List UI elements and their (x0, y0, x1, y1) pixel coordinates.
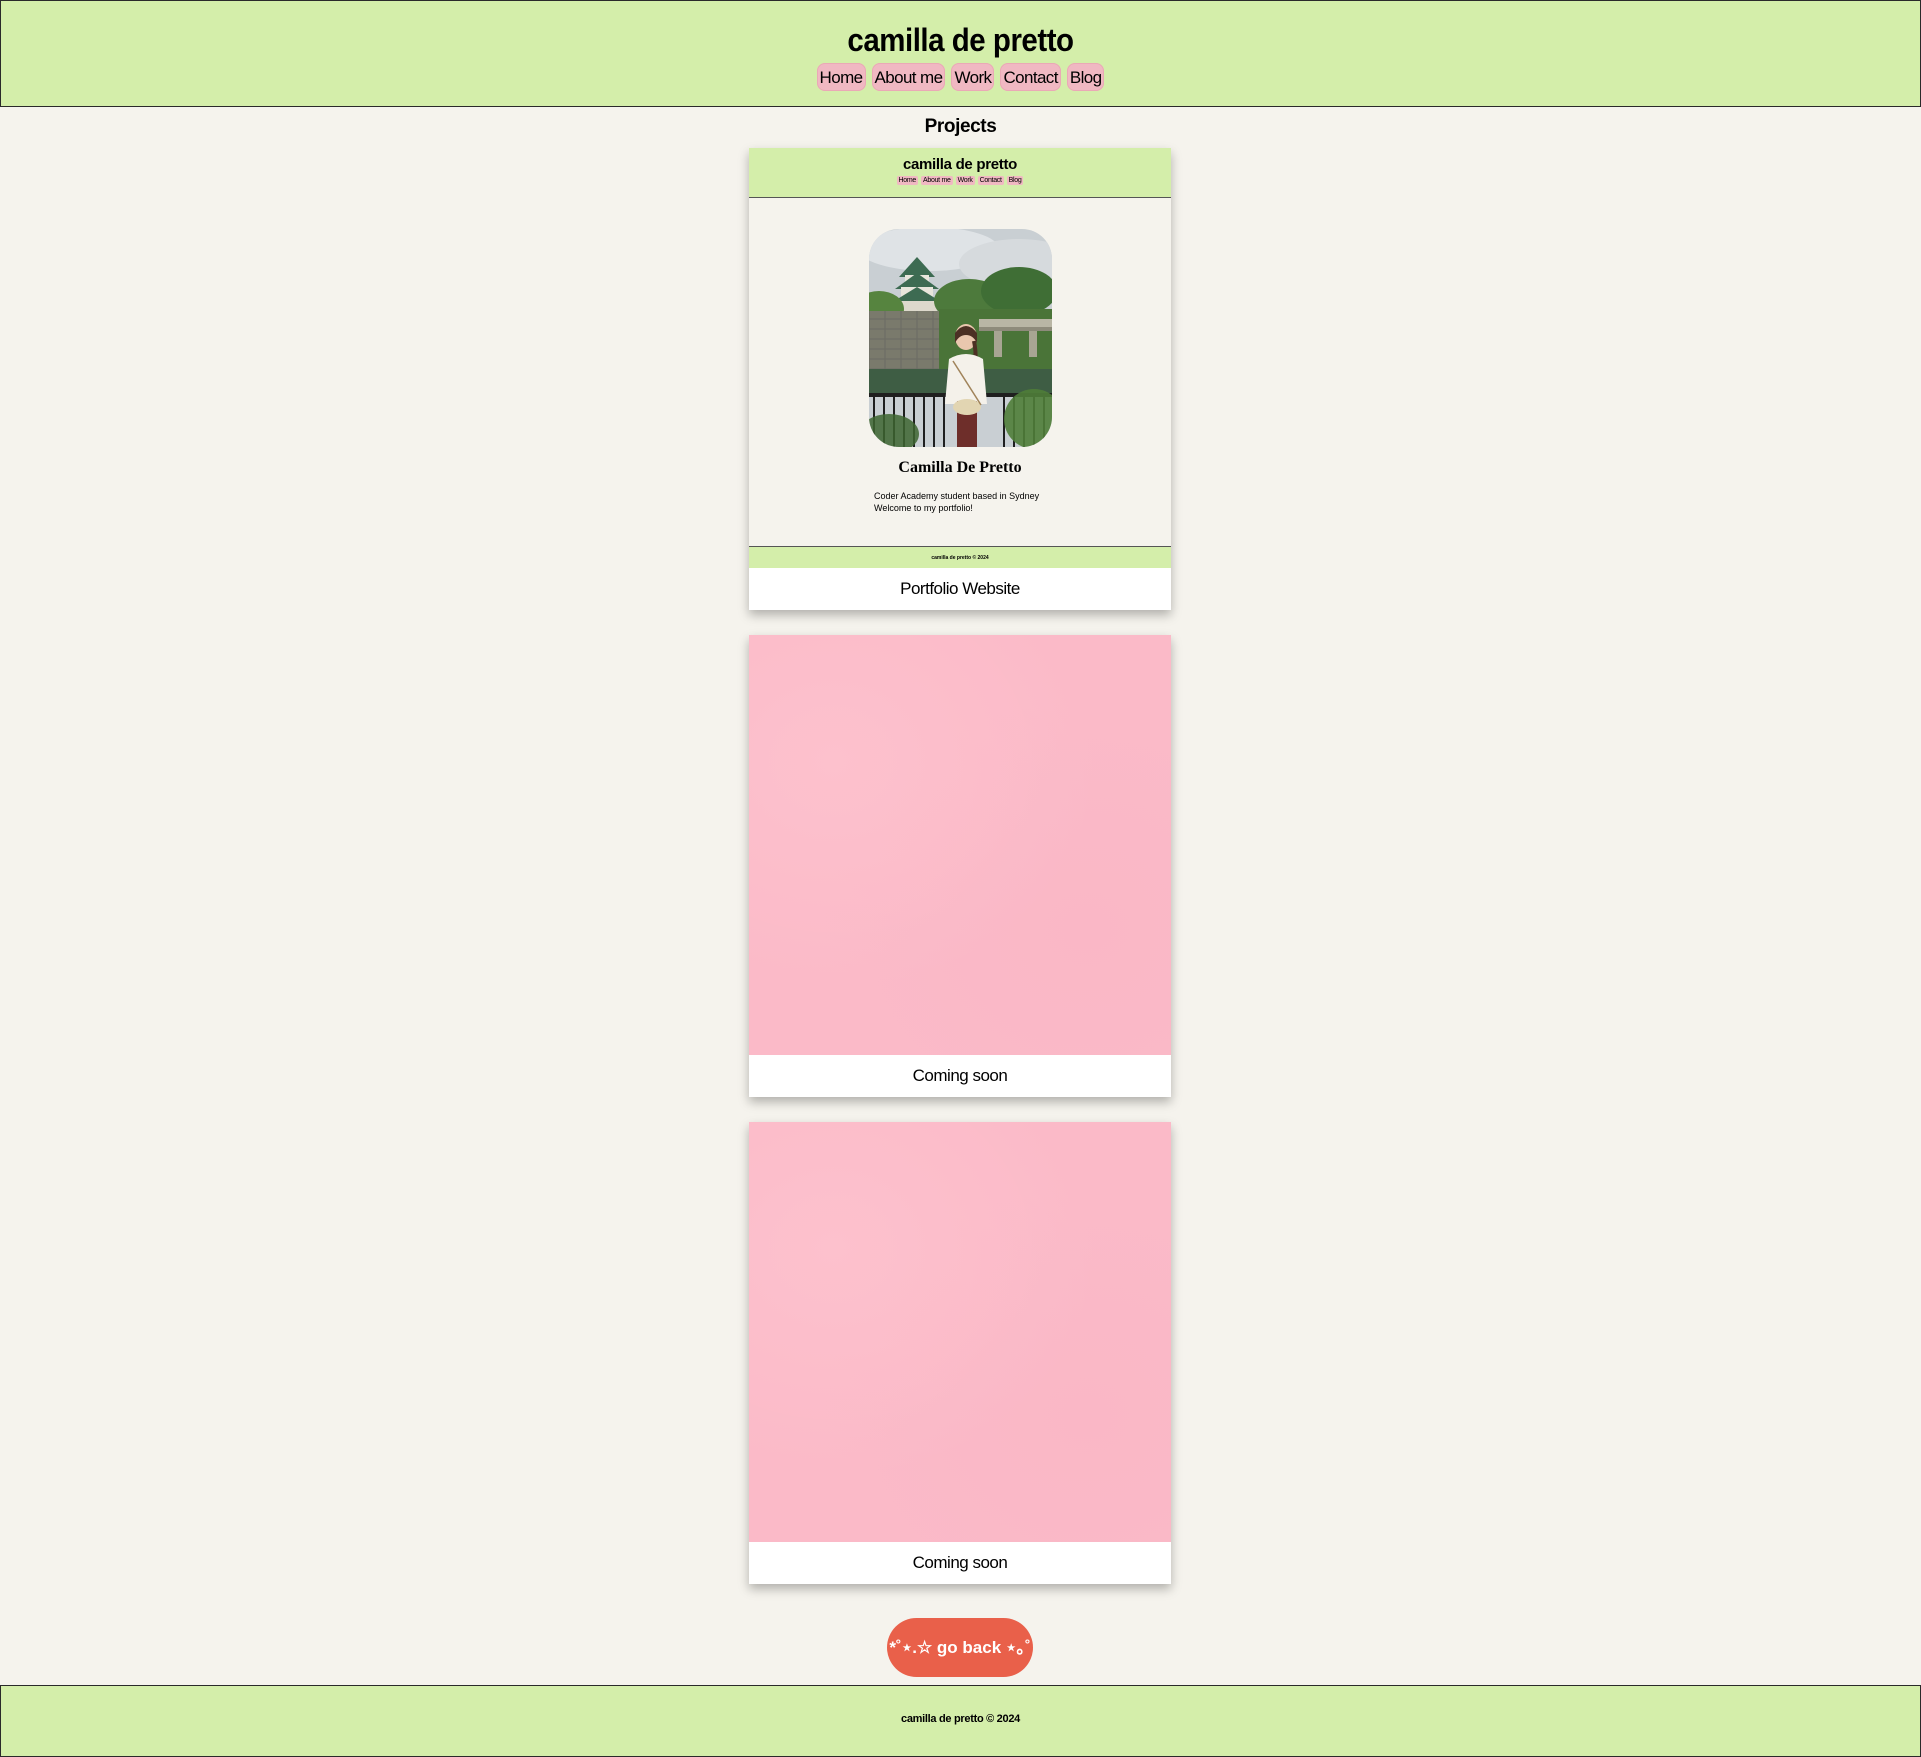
placeholder-thumbnail (749, 635, 1171, 1055)
profile-photo (869, 229, 1052, 447)
mini-site-preview: camilla de pretto Home About me Work Con… (749, 148, 1171, 568)
site-footer: camilla de pretto © 2024 (0, 1685, 1921, 1757)
mini-header: camilla de pretto Home About me Work Con… (749, 148, 1171, 198)
nav-home-link[interactable]: Home (816, 63, 866, 91)
projects-heading: Projects (924, 116, 997, 137)
portfolio-preview-thumbnail: camilla de pretto Home About me Work Con… (749, 148, 1171, 568)
mini-nav-blog: Blog (1006, 176, 1024, 185)
nav-about-link[interactable]: About me (871, 63, 946, 91)
mini-profile-name: Camilla De Pretto (898, 459, 1022, 476)
nav-work-link[interactable]: Work (951, 63, 995, 91)
copyright-text: camilla de pretto © 2024 (901, 1713, 1020, 1725)
project-card-coming-soon[interactable]: Coming soon (749, 1122, 1171, 1584)
mini-description-line: Coder Academy student based in Sydney (874, 491, 1040, 501)
mini-footer: camilla de pretto © 2024 (749, 546, 1171, 568)
main-nav: Home About me Work Contact Blog (1, 63, 1920, 91)
mini-nav-home: Home (896, 176, 919, 185)
site-title: camilla de pretto (847, 22, 1074, 58)
mini-nav-work: Work (955, 176, 975, 185)
nav-contact-link[interactable]: Contact (1000, 63, 1061, 91)
go-back-button[interactable]: *˚⋆.☆ go back ⋆｡˚ (887, 1618, 1033, 1677)
project-caption: Coming soon (912, 1066, 1008, 1085)
mini-nav: Home About me Work Contact Blog (749, 176, 1171, 185)
project-caption: Coming soon (912, 1553, 1008, 1572)
project-card-coming-soon[interactable]: Coming soon (749, 635, 1171, 1097)
site-header: camilla de pretto Home About me Work Con… (0, 0, 1921, 107)
mini-nav-about: About me (921, 176, 953, 185)
mini-title: camilla de pretto (902, 156, 1018, 173)
mini-profile-description: Coder Academy student based in Sydney We… (874, 490, 1039, 514)
placeholder-thumbnail (749, 1122, 1171, 1542)
project-card-portfolio[interactable]: camilla de pretto Home About me Work Con… (749, 148, 1171, 610)
project-caption: Portfolio Website (900, 579, 1020, 598)
mini-nav-contact: Contact (977, 176, 1004, 185)
nav-blog-link[interactable]: Blog (1066, 63, 1105, 91)
mini-description-line: Welcome to my portfolio! (874, 503, 973, 513)
